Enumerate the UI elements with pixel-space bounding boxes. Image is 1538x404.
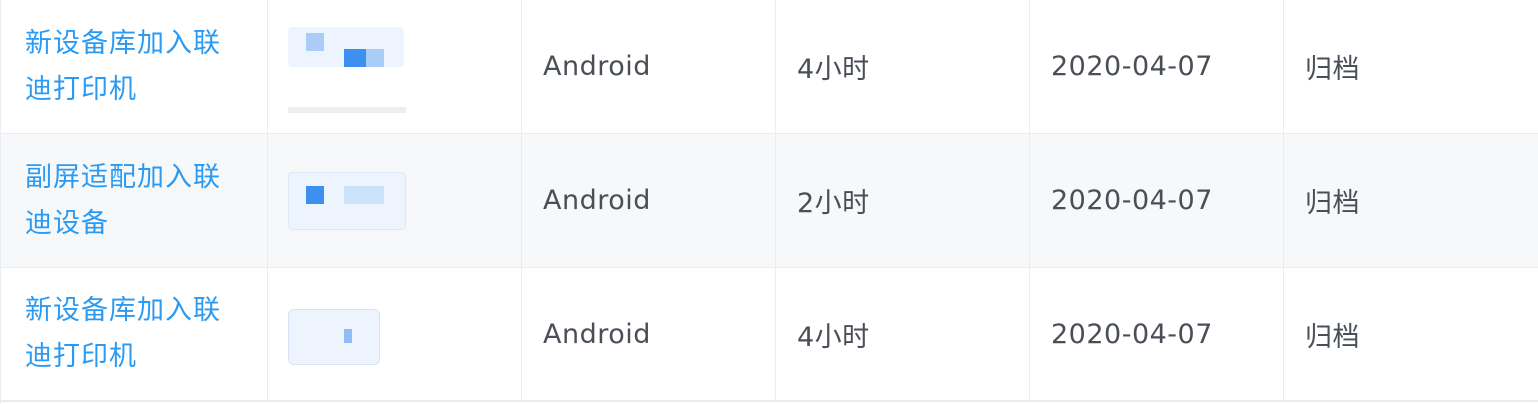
thumbnail-image[interactable] [288, 166, 406, 236]
thumbnail-cell [268, 0, 522, 133]
platform-text: Android [543, 51, 651, 82]
duration-text: 4小时 [797, 321, 870, 353]
name-cell: 副屏适配加入联迪设备 [1, 134, 268, 267]
duration-cell: 4小时 [776, 268, 1030, 400]
project-name-link[interactable]: 副屏适配加入联迪设备 [25, 155, 225, 247]
platform-text: Android [543, 318, 651, 350]
thumbnail-cell [268, 134, 522, 267]
name-cell: 新设备库加入联迪打印机 [1, 0, 268, 133]
platform-text: Android [543, 185, 651, 216]
date-text: 2020-04-07 [1051, 318, 1213, 350]
status-cell: 归档 [1284, 134, 1538, 267]
duration-text: 4小时 [797, 54, 870, 85]
status-cell: 归档 [1284, 0, 1538, 133]
thumbnail-cell [268, 268, 522, 400]
project-table: 新设备库加入联迪打印机 Android 4小时 2020-04-07 归档 副屏… [0, 0, 1538, 404]
duration-text: 2小时 [797, 188, 870, 219]
status-text: 归档 [1305, 188, 1360, 219]
platform-cell: Android [522, 134, 776, 267]
platform-cell: Android [522, 268, 776, 400]
date-text: 2020-04-07 [1051, 185, 1213, 216]
thumbnail-image[interactable] [288, 26, 406, 113]
date-cell: 2020-04-07 [1030, 0, 1284, 133]
duration-cell: 2小时 [776, 134, 1030, 267]
status-text: 归档 [1305, 54, 1360, 85]
status-text: 归档 [1305, 321, 1360, 353]
status-cell: 归档 [1284, 268, 1538, 400]
project-name-link[interactable]: 新设备库加入联迪打印机 [25, 288, 225, 380]
date-cell: 2020-04-07 [1030, 268, 1284, 400]
thumbnail-image[interactable] [288, 299, 406, 369]
name-cell: 新设备库加入联迪打印机 [1, 268, 268, 400]
project-name-link[interactable]: 新设备库加入联迪打印机 [25, 21, 225, 113]
table-row: 副屏适配加入联迪设备 Android 2小时 2020-04-07 归档 [1, 134, 1538, 268]
duration-cell: 4小时 [776, 0, 1030, 133]
table-row: 新设备库加入联迪打印机 Android 4小时 2020-04-07 归档 [1, 268, 1538, 402]
date-cell: 2020-04-07 [1030, 134, 1284, 267]
table-row: 新设备库加入联迪打印机 Android 4小时 2020-04-07 归档 [1, 0, 1538, 134]
date-text: 2020-04-07 [1051, 51, 1213, 82]
platform-cell: Android [522, 0, 776, 133]
